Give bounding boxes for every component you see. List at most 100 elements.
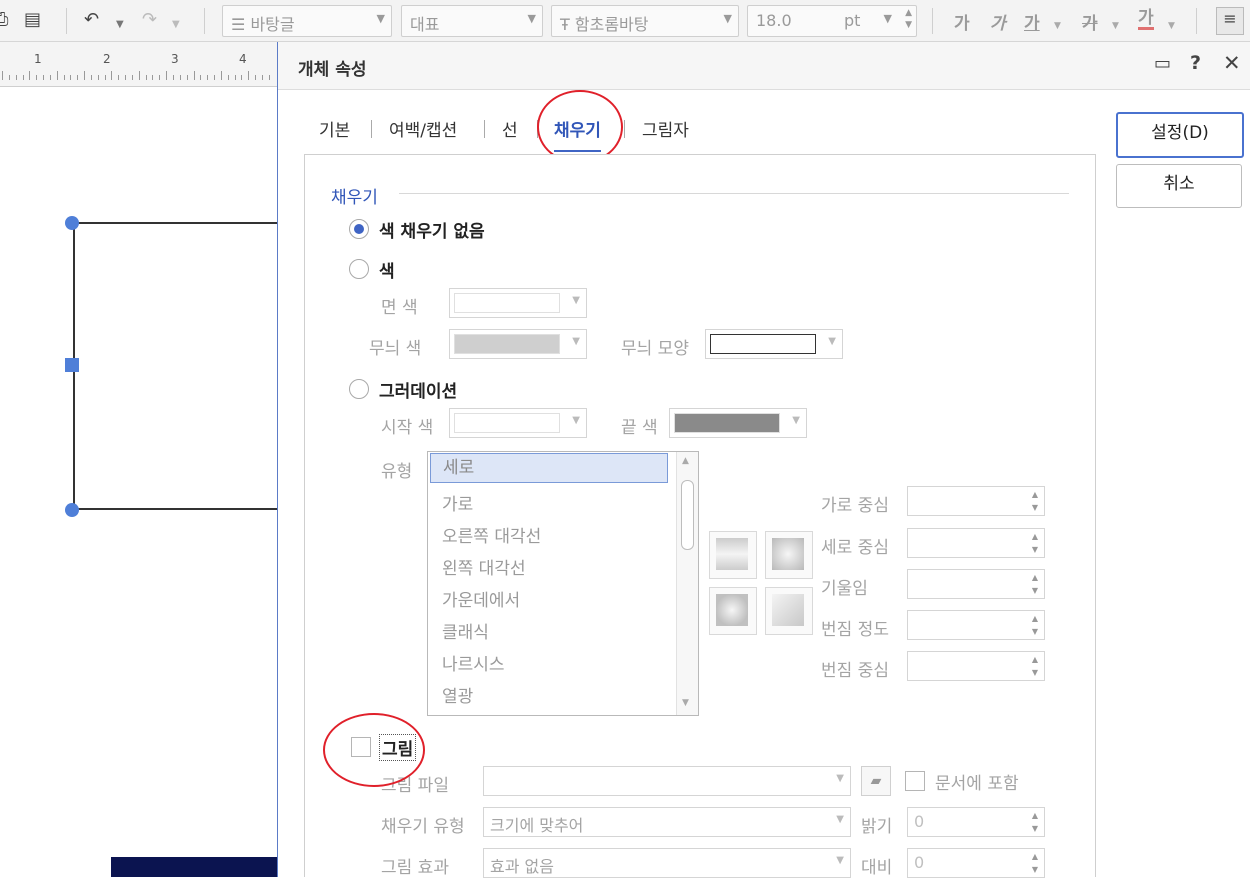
contrast-label: 대비 <box>861 858 893 878</box>
tab-basic[interactable]: 기본 <box>319 116 350 141</box>
picture-effect-value: 효과 없음 <box>490 857 554 876</box>
spin-arrows-icon[interactable]: ▲ ▼ <box>1028 850 1042 876</box>
set-button[interactable]: 설정(D) <box>1116 112 1244 158</box>
scroll-thumb[interactable] <box>681 480 694 550</box>
spin-arrows-icon[interactable]: ▲ ▼ <box>1028 488 1042 514</box>
fill-type-combo[interactable]: 크기에 맞추어 ▼ <box>483 807 851 837</box>
ruler-tick <box>29 71 31 80</box>
annotation-circle <box>323 713 425 787</box>
text-color-button[interactable]: 가 <box>1138 9 1154 30</box>
gradation-type-list[interactable]: 세로 가로 오른쪽 대각선 왼쪽 대각선 가운데에서 클래식 나르시스 열광 ▲… <box>427 451 699 716</box>
pattern-shape-combo[interactable]: ▼ <box>705 329 843 359</box>
horizontal-center-spinner[interactable]: ▲ ▼ <box>907 486 1045 516</box>
ruler-tick <box>43 75 45 80</box>
document-icon[interactable]: ▤ <box>24 9 41 31</box>
bold-button[interactable]: 가 <box>954 9 970 34</box>
spin-arrows-icon[interactable]: ▲ ▼ <box>1028 530 1042 556</box>
strikethrough-button[interactable]: 가 <box>1082 9 1098 34</box>
font-combo[interactable]: Ŧ 함초롬바탕 ▼ <box>551 5 739 37</box>
chevron-down-icon[interactable]: ▼ <box>1054 15 1061 37</box>
chevron-down-icon[interactable]: ▼ <box>1112 15 1119 37</box>
list-scrollbar[interactable]: ▲ ▼ <box>676 452 698 715</box>
blur-level-spinner[interactable]: ▲ ▼ <box>907 610 1045 640</box>
picture-file-combo[interactable]: ▼ <box>483 766 851 796</box>
list-item[interactable]: 열광 <box>442 682 473 707</box>
face-color-combo[interactable]: ▼ <box>449 288 587 318</box>
ruler-tick <box>111 71 113 80</box>
list-item[interactable]: 세로 <box>430 453 668 483</box>
list-item[interactable]: 가로 <box>442 490 473 515</box>
contrast-spinner[interactable]: 0 ▲ ▼ <box>907 848 1045 878</box>
include-in-document-checkbox[interactable] <box>905 771 925 791</box>
list-item[interactable]: 오른쪽 대각선 <box>442 522 541 547</box>
start-color-combo[interactable]: ▼ <box>449 408 587 438</box>
ruler-number: 1 <box>34 52 42 66</box>
ruler-number: 4 <box>239 52 247 66</box>
type-label: 유형 <box>381 462 413 482</box>
spin-arrows-icon[interactable]: ▲ ▼ <box>1028 571 1042 597</box>
gradient-radial-button[interactable] <box>765 531 813 579</box>
blur-center-label: 번짐 중심 <box>821 661 889 681</box>
spin-arrows-icon[interactable]: ▲ ▼ <box>905 7 912 31</box>
scroll-up-icon[interactable]: ▲ <box>682 456 689 466</box>
document-canvas[interactable] <box>0 88 277 877</box>
gradient-corner-button[interactable] <box>765 587 813 635</box>
tab-line[interactable]: 선 <box>502 116 518 141</box>
ruler-number: 3 <box>171 52 179 66</box>
font-size-unit: pt <box>844 11 861 30</box>
resize-handle[interactable] <box>65 503 79 517</box>
tilt-spinner[interactable]: ▲ ▼ <box>907 569 1045 599</box>
blur-center-spinner[interactable]: ▲ ▼ <box>907 651 1045 681</box>
spin-arrows-icon[interactable]: ▲ ▼ <box>1028 612 1042 638</box>
cancel-button[interactable]: 취소 <box>1116 164 1242 208</box>
gradation-radio[interactable] <box>349 379 369 399</box>
spin-arrows-icon[interactable]: ▲ ▼ <box>1028 653 1042 679</box>
folder-icon[interactable]: ▰ <box>861 766 891 796</box>
selected-shape[interactable] <box>0 88 277 877</box>
redo-icon[interactable]: ↷ <box>142 9 157 31</box>
pattern-color-combo[interactable]: ▼ <box>449 329 587 359</box>
resize-handle[interactable] <box>65 358 79 372</box>
spin-arrows-icon[interactable]: ▲ ▼ <box>1028 809 1042 835</box>
brightness-spinner[interactable]: 0 ▲ ▼ <box>907 807 1045 837</box>
horizontal-center-label: 가로 중심 <box>821 496 889 516</box>
vertical-center-spinner[interactable]: ▲ ▼ <box>907 528 1045 558</box>
dialog-title: 개체 속성 <box>298 60 367 80</box>
list-item[interactable]: 나르시스 <box>442 650 505 675</box>
scroll-down-icon[interactable]: ▼ <box>682 698 689 708</box>
list-item[interactable]: 클래식 <box>442 618 489 643</box>
undo-icon[interactable]: ↶ <box>84 9 99 31</box>
font-size-combo[interactable]: 18.0 pt ▼ ▲ ▼ <box>747 5 917 37</box>
chevron-down-icon: ▼ <box>792 415 800 426</box>
chevron-down-icon: ▼ <box>572 336 580 347</box>
gradient-vertical-button[interactable] <box>709 531 757 579</box>
language-combo[interactable]: 대표 ▼ <box>401 5 543 37</box>
comment-icon[interactable]: ▭ <box>1154 53 1171 74</box>
start-color-label: 시작 색 <box>381 418 434 438</box>
ruler-tick <box>159 75 161 80</box>
underline-button[interactable]: 가 <box>1024 9 1040 34</box>
vertical-center-label: 세로 중심 <box>821 538 889 558</box>
color-radio[interactable] <box>349 259 369 279</box>
italic-button[interactable]: 가 <box>990 9 1006 34</box>
end-color-combo[interactable]: ▼ <box>669 408 807 438</box>
font-size-value: 18.0 <box>756 11 792 30</box>
gradient-center-button[interactable] <box>709 587 757 635</box>
dialog-titlebar: 개체 속성 ▭ ? ✕ <box>278 42 1250 90</box>
print-icon[interactable]: ⎙ <box>0 9 8 31</box>
close-icon[interactable]: ✕ <box>1223 51 1241 75</box>
help-icon[interactable]: ? <box>1190 52 1201 74</box>
list-item[interactable]: 왼쪽 대각선 <box>442 554 526 579</box>
align-justify-icon[interactable]: ≡ <box>1216 7 1244 35</box>
resize-handle[interactable] <box>65 216 79 230</box>
toolbar: ⎙ ▤ ↶ ▼ ↷ ▼ ☰ 바탕글 ▼ 대표 ▼ Ŧ 함초롬바탕 ▼ 18.0 … <box>0 0 1250 42</box>
tab-shadow[interactable]: 그림자 <box>642 116 689 141</box>
tab-margin-caption[interactable]: 여백/캡션 <box>389 116 457 141</box>
undo-dropdown-icon[interactable]: ▼ <box>116 14 124 36</box>
redo-dropdown-icon[interactable]: ▼ <box>172 14 180 36</box>
picture-effect-combo[interactable]: 효과 없음 ▼ <box>483 848 851 878</box>
no-fill-radio[interactable] <box>349 219 369 239</box>
chevron-down-icon[interactable]: ▼ <box>1168 15 1175 37</box>
list-item[interactable]: 가운데에서 <box>442 586 520 611</box>
style-combo[interactable]: ☰ 바탕글 ▼ <box>222 5 392 37</box>
